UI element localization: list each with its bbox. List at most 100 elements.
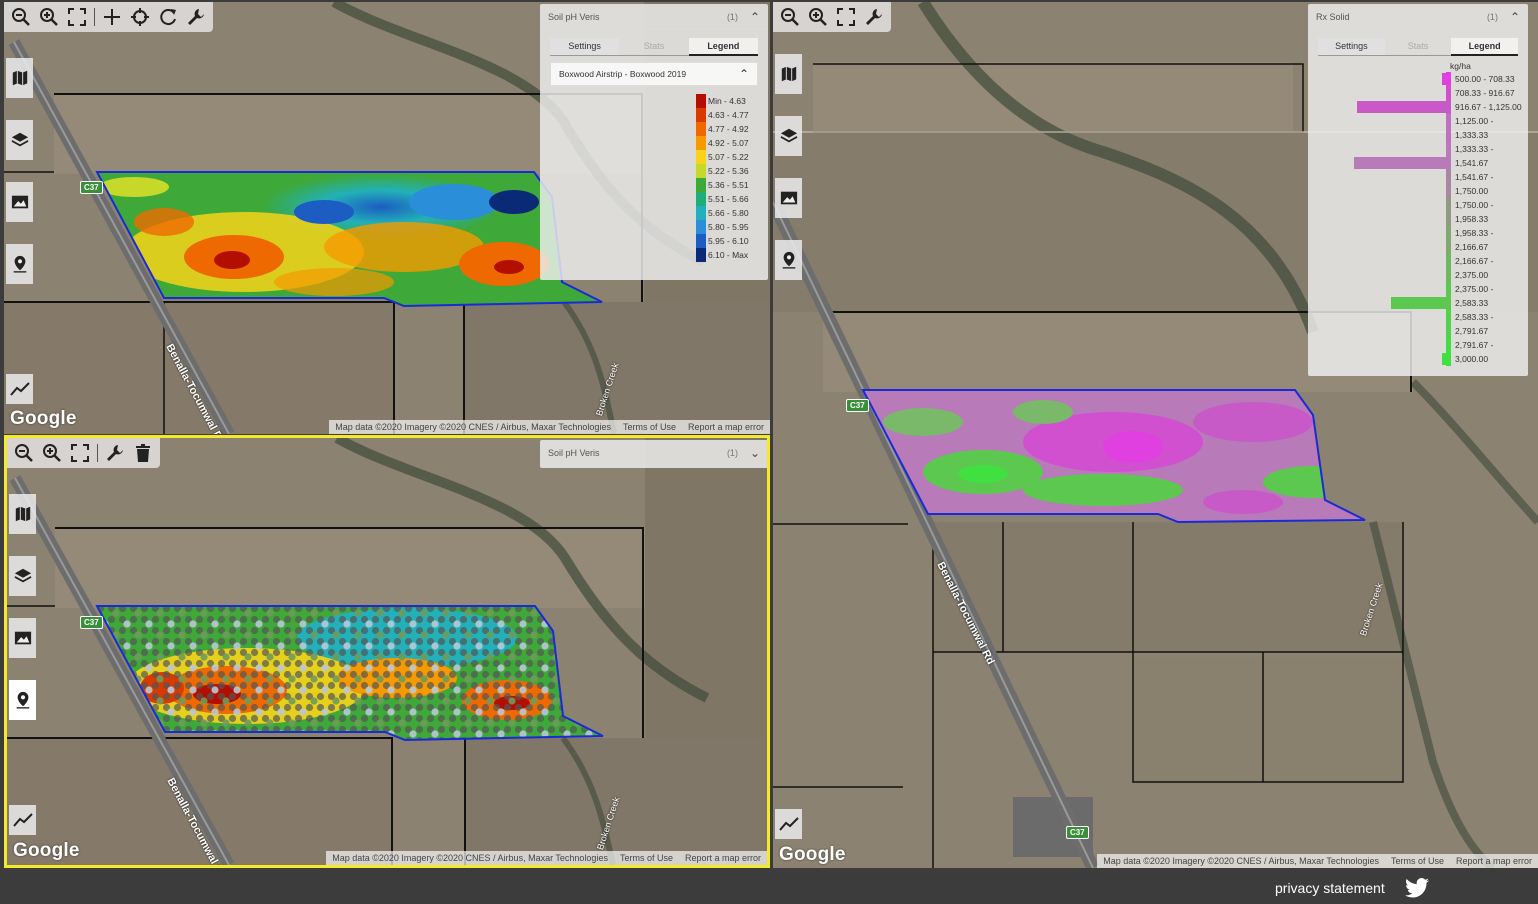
legend-label: 5.66 - 5.80 bbox=[708, 208, 749, 218]
histogram-bar-area bbox=[1354, 198, 1446, 212]
tab-stats[interactable]: Stats bbox=[619, 38, 689, 56]
tab-settings[interactable]: Settings bbox=[1318, 38, 1385, 56]
legend-swatch bbox=[696, 108, 706, 122]
panel-tabs: Settings Stats Legend bbox=[550, 38, 758, 56]
twitter-icon[interactable] bbox=[1405, 878, 1429, 898]
map-icon[interactable] bbox=[775, 54, 802, 94]
histogram-label: 500.00 - 708.33 bbox=[1455, 74, 1515, 84]
privacy-statement-link[interactable]: privacy statement bbox=[1275, 880, 1385, 896]
page-footer: privacy statement bbox=[0, 872, 1538, 904]
chevron-up-icon[interactable]: ⌃ bbox=[1510, 10, 1520, 24]
tab-stats[interactable]: Stats bbox=[1384, 38, 1452, 56]
pin-icon[interactable] bbox=[9, 680, 36, 720]
histogram-bar-area bbox=[1354, 156, 1446, 170]
panel-header[interactable]: Soil pH Veris (1) ⌃ bbox=[540, 4, 768, 30]
layer-count: (1) bbox=[1486, 11, 1498, 22]
zoom-out-icon[interactable] bbox=[11, 440, 37, 466]
legend-row: 5.22 - 5.36 bbox=[696, 164, 749, 178]
report-error-link[interactable]: Report a map error bbox=[685, 853, 761, 863]
tab-legend[interactable]: Legend bbox=[688, 38, 758, 56]
histogram-bar-area bbox=[1354, 184, 1446, 198]
histogram-label: 3,000.00 bbox=[1455, 354, 1489, 364]
histogram-label: 1,541.67 - bbox=[1455, 172, 1494, 182]
histogram-row: 2,166.67 bbox=[1354, 240, 1522, 254]
legend-row: 4.63 - 4.77 bbox=[696, 108, 749, 122]
chart-icon[interactable] bbox=[9, 805, 36, 835]
legend-label: 5.22 - 5.36 bbox=[708, 166, 749, 176]
zoom-in-icon[interactable] bbox=[36, 4, 62, 30]
image-icon[interactable] bbox=[9, 618, 36, 658]
histogram-label: 1,125.00 - bbox=[1455, 116, 1494, 126]
histogram-bar-area bbox=[1354, 114, 1446, 128]
fullscreen-icon[interactable] bbox=[67, 440, 93, 466]
terms-link[interactable]: Terms of Use bbox=[620, 853, 673, 863]
fullscreen-icon[interactable] bbox=[64, 4, 90, 30]
map-right[interactable]: C37 C37 Benalla-Tocumwal Rd Broken Creek… bbox=[773, 2, 1538, 868]
legend-swatch bbox=[696, 94, 706, 108]
layers-icon[interactable] bbox=[775, 116, 802, 156]
legend-swatch bbox=[696, 220, 706, 234]
terms-link[interactable]: Terms of Use bbox=[623, 422, 676, 432]
legend-unit: kg/ha bbox=[1450, 61, 1471, 71]
terms-link[interactable]: Terms of Use bbox=[1391, 856, 1444, 866]
histogram-bar bbox=[1390, 297, 1446, 309]
pin-icon[interactable] bbox=[775, 240, 802, 280]
trash-icon[interactable] bbox=[130, 440, 156, 466]
panel-header[interactable]: Rx Solid (1) ⌃ bbox=[1308, 4, 1528, 30]
zoom-in-icon[interactable] bbox=[805, 4, 831, 30]
histogram-bar-area bbox=[1354, 296, 1446, 310]
layers-icon[interactable] bbox=[6, 120, 33, 160]
histogram-bar-area bbox=[1354, 240, 1446, 254]
map-icon[interactable] bbox=[6, 58, 33, 98]
legend-row: 5.51 - 5.66 bbox=[696, 192, 749, 206]
wrench-icon[interactable] bbox=[183, 4, 209, 30]
fullscreen-icon[interactable] bbox=[833, 4, 859, 30]
image-icon[interactable] bbox=[6, 182, 33, 222]
map-data-credit: Map data ©2020 Imagery ©2020 CNES / Airb… bbox=[1103, 856, 1379, 866]
plus-icon[interactable] bbox=[99, 4, 125, 30]
map-bottom-left[interactable]: C37 Benalla-Tocumwal Rd Broken Creek Goo… bbox=[4, 435, 770, 868]
zoom-out-icon[interactable] bbox=[777, 4, 803, 30]
tab-legend[interactable]: Legend bbox=[1451, 38, 1519, 56]
satellite-background bbox=[7, 438, 767, 865]
legend-label: 6.10 - Max bbox=[708, 250, 749, 260]
histogram-row: 916.67 - 1,125.00 bbox=[1354, 100, 1522, 114]
image-icon[interactable] bbox=[775, 178, 802, 218]
zoom-in-icon[interactable] bbox=[39, 440, 65, 466]
histogram-label: 2,791.67 - bbox=[1455, 340, 1494, 350]
map-attribution: Map data ©2020 Imagery ©2020 CNES / Airb… bbox=[329, 420, 770, 434]
refresh-icon[interactable] bbox=[155, 4, 181, 30]
wrench-icon[interactable] bbox=[861, 4, 887, 30]
histogram-label: 2,375.00 - bbox=[1455, 284, 1494, 294]
chevron-down-icon[interactable]: ⌄ bbox=[750, 446, 760, 460]
histogram-label: 708.33 - 916.67 bbox=[1455, 88, 1515, 98]
chart-icon[interactable] bbox=[775, 809, 802, 839]
layer-title: Soil pH Veris bbox=[548, 11, 600, 22]
report-error-link[interactable]: Report a map error bbox=[688, 422, 764, 432]
histogram-label: 1,750.00 bbox=[1455, 186, 1489, 196]
report-error-link[interactable]: Report a map error bbox=[1456, 856, 1532, 866]
histogram-bar-area bbox=[1354, 324, 1446, 338]
highway-shield: C37 bbox=[80, 181, 103, 194]
pin-icon[interactable] bbox=[6, 244, 33, 284]
target-icon[interactable] bbox=[127, 4, 153, 30]
legend-swatch bbox=[696, 206, 706, 220]
panel-header[interactable]: Soil pH Veris (1) ⌄ bbox=[540, 440, 767, 466]
histogram-bar bbox=[1442, 353, 1446, 365]
layer-row[interactable]: Boxwood Airstrip - Boxwood 2019 ⌃ bbox=[550, 62, 758, 86]
histogram-label: 2,791.67 bbox=[1455, 326, 1489, 336]
map-icon[interactable] bbox=[9, 494, 36, 534]
map-top-left[interactable]: C37 Benalla-Tocumwal Rd Broken Creek Goo… bbox=[4, 2, 770, 434]
histogram-bar-area bbox=[1354, 310, 1446, 324]
histogram-row: 1,541.67 bbox=[1354, 156, 1522, 170]
map-toolbar bbox=[7, 438, 160, 468]
layer-row-label: Boxwood Airstrip - Boxwood 2019 bbox=[559, 69, 687, 79]
chart-icon[interactable] bbox=[6, 374, 33, 404]
chevron-up-icon[interactable]: ⌃ bbox=[739, 67, 749, 81]
histogram-row: 2,583.33 - bbox=[1354, 310, 1522, 324]
tab-settings[interactable]: Settings bbox=[550, 38, 620, 56]
chevron-up-icon[interactable]: ⌃ bbox=[750, 10, 760, 24]
layers-icon[interactable] bbox=[9, 556, 36, 596]
zoom-out-icon[interactable] bbox=[8, 4, 34, 30]
wrench-icon[interactable] bbox=[102, 440, 128, 466]
